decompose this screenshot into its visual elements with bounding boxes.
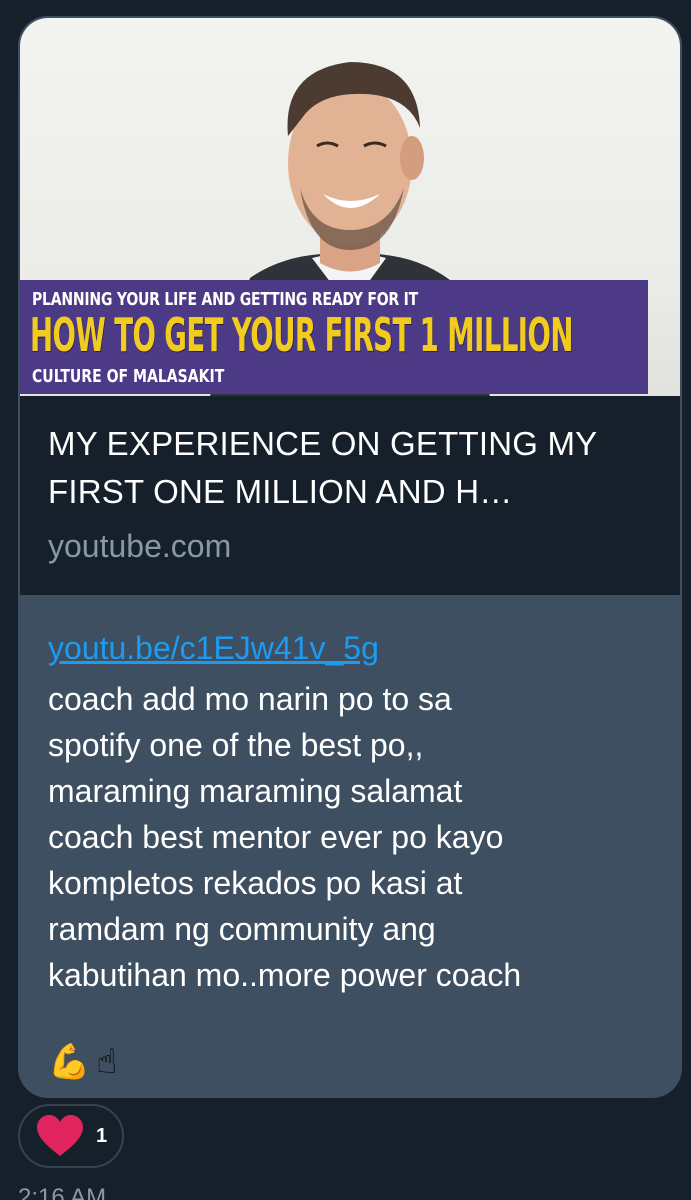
message-link[interactable]: youtu.be/c1EJw41v_5g [48, 630, 379, 667]
link-preview-card[interactable]: PLANNING YOUR LIFE AND GETTING READY FOR… [18, 16, 682, 597]
flexed-biceps-emoji: 💪 [48, 1042, 91, 1082]
reaction-pill[interactable]: 1 [18, 1104, 124, 1168]
banner-top-text: PLANNING YOUR LIFE AND GETTING READY FOR… [32, 289, 418, 310]
banner-subtitle: CULTURE OF MALASAKIT [32, 366, 225, 387]
link-card-domain: youtube.com [48, 528, 232, 564]
message-text: coach add mo narin po to sa spotify one … [48, 681, 522, 993]
banner-headline: HOW TO GET YOUR FIRST 1 MILLION [30, 308, 573, 362]
message-bubble: PLANNING YOUR LIFE AND GETTING READY FOR… [18, 16, 682, 1098]
message-emojis: 💪 ☝ [48, 1040, 117, 1084]
link-card-title[interactable]: MY EXPERIENCE ON GETTING MY FIRST ONE MI… [48, 420, 658, 516]
heart-icon [37, 1115, 83, 1156]
video-thumbnail[interactable]: PLANNING YOUR LIFE AND GETTING READY FOR… [20, 18, 680, 396]
reaction-count: 1 [96, 1124, 108, 1147]
thumbnail-banner: PLANNING YOUR LIFE AND GETTING READY FOR… [20, 280, 648, 394]
message-timestamp: 2:16 AM [18, 1184, 107, 1200]
pointing-up-emoji: ☝ [96, 1042, 118, 1082]
